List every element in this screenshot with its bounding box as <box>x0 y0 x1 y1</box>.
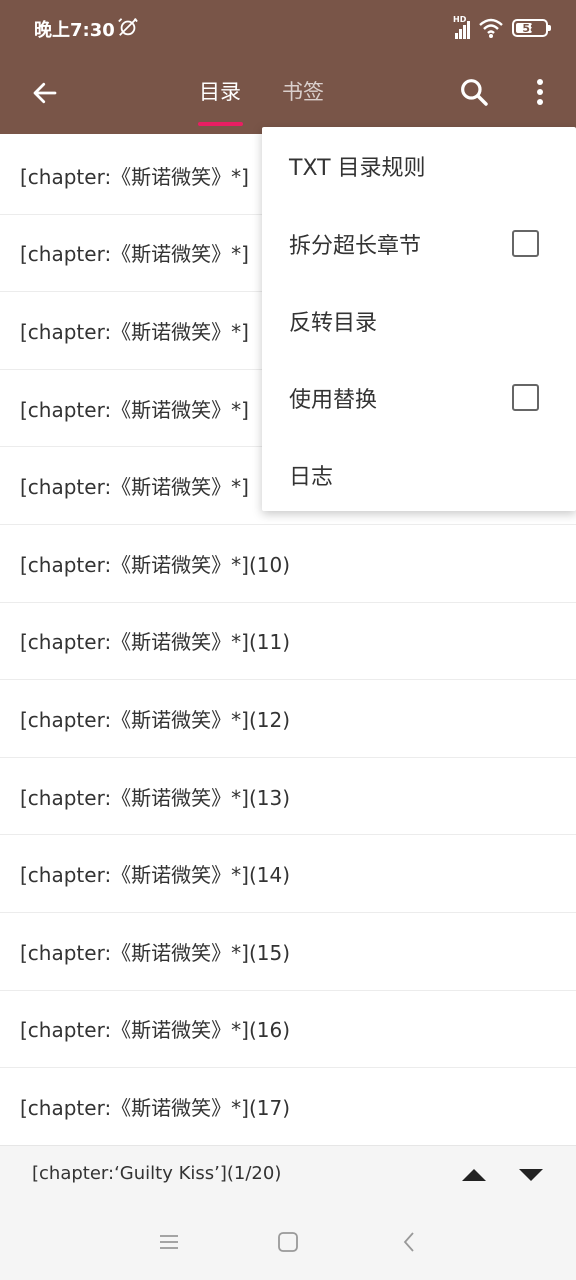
menu-item-checkbox[interactable] <box>512 230 539 257</box>
home-square-icon <box>278 1232 298 1252</box>
status-bar: 晚上7:30 HD 58 <box>0 0 576 56</box>
network-type-label: HD <box>453 15 467 24</box>
arrow-back-icon <box>33 82 57 104</box>
nav-menu-button[interactable] <box>154 1227 184 1257</box>
scroll-down-button[interactable] <box>516 1160 546 1190</box>
app-bar: 目录 书签 <box>0 56 576 134</box>
menu-item-label: 使用替换 <box>289 387 378 413</box>
chapter-list-item[interactable]: [chapter:《斯诺微笑》*](11) <box>0 603 576 681</box>
menu-item[interactable]: 反转目录 <box>262 282 576 359</box>
menu-item-checkbox[interactable] <box>512 384 539 411</box>
arrow-down-icon <box>519 1169 543 1181</box>
chapter-list-item[interactable]: [chapter:《斯诺微笑》*](16) <box>0 991 576 1069</box>
chapter-list-item[interactable]: [chapter:《斯诺微笑》*](15) <box>0 913 576 991</box>
menu-item-label: TXT 目录规则 <box>289 156 426 181</box>
menu-item[interactable]: TXT 目录规则 <box>262 127 576 205</box>
more-vert-icon <box>537 79 543 105</box>
current-chapter-label[interactable]: [chapter:‘Guilty Kiss’](1/20) <box>32 1163 281 1184</box>
menu-item[interactable]: 拆分超长章节 <box>262 205 576 282</box>
chapter-list-item[interactable]: [chapter:《斯诺微笑》*](10) <box>0 525 576 603</box>
nav-back-button[interactable] <box>394 1227 424 1257</box>
overflow-menu: TXT 目录规则 拆分超长章节 反转目录使用替换日志 <box>262 127 576 511</box>
tab-indicator <box>198 122 243 126</box>
tab-bookmarks[interactable]: 书签 <box>282 76 324 106</box>
menu-item-label: 日志 <box>289 464 334 490</box>
battery-level: 58 <box>522 21 538 35</box>
alarm-off-icon <box>118 18 138 36</box>
menu-item[interactable]: 使用替换 <box>262 359 576 436</box>
arrow-up-icon <box>462 1169 486 1181</box>
system-navigation-bar <box>0 1203 576 1280</box>
menu-item-label: 反转目录 <box>289 310 378 336</box>
wifi-icon <box>479 18 503 38</box>
search-button[interactable] <box>452 70 496 114</box>
current-chapter-bar: [chapter:‘Guilty Kiss’](1/20) <box>0 1145 576 1203</box>
chapter-list-item[interactable]: [chapter:《斯诺微笑》*](13) <box>0 758 576 836</box>
back-button[interactable] <box>22 70 68 116</box>
chapter-list-item[interactable]: [chapter:《斯诺微笑》*](14) <box>0 835 576 913</box>
tab-catalog[interactable]: 目录 <box>199 76 241 106</box>
more-options-button[interactable] <box>520 70 560 114</box>
nav-home-button[interactable] <box>273 1227 303 1257</box>
chevron-left-icon <box>403 1232 414 1252</box>
scroll-up-button[interactable] <box>459 1160 489 1190</box>
chapter-list-item[interactable]: [chapter:《斯诺微笑》*](17) <box>0 1068 576 1146</box>
search-icon <box>461 79 488 106</box>
menu-item-label: 拆分超长章节 <box>289 233 422 259</box>
menu-icon <box>160 1235 178 1249</box>
signal-icon: HD <box>453 15 470 39</box>
status-right-group: HD 58 <box>453 14 551 42</box>
menu-item[interactable]: 日志 <box>262 436 576 513</box>
battery-icon: 58 <box>512 19 551 37</box>
chapter-list-item[interactable]: [chapter:《斯诺微笑》*](12) <box>0 680 576 758</box>
status-time: 晚上7:30 <box>34 20 115 41</box>
